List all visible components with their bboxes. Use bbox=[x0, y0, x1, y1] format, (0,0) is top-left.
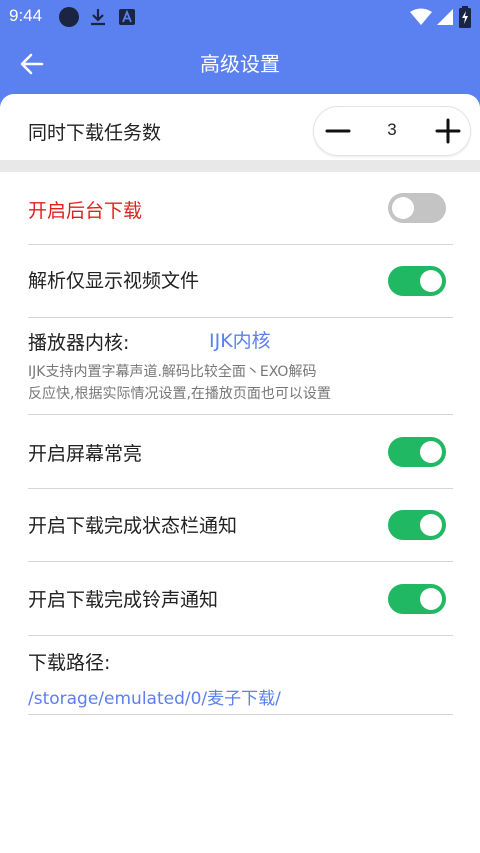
download-path-row[interactable]: 下载路径: /storage/emulated/0/麦子下载/ bbox=[28, 636, 453, 715]
player-core-desc-line1: IJK支持内置字幕声道.解码比较全面丶EXO解码 bbox=[28, 364, 317, 380]
statusbar-notify-row[interactable]: 开启下载完成状态栏通知 bbox=[28, 489, 453, 562]
circle-icon bbox=[59, 7, 79, 27]
wifi-icon bbox=[410, 8, 432, 25]
section-divider bbox=[0, 160, 480, 172]
statusbar-notify-label: 开启下载完成状态栏通知 bbox=[28, 515, 238, 537]
toggle-knob bbox=[420, 441, 442, 463]
background-download-toggle[interactable] bbox=[388, 193, 446, 223]
player-core-label: 播放器内核: bbox=[28, 332, 130, 354]
ringtone-notify-row[interactable]: 开启下载完成铃声通知 bbox=[28, 562, 453, 636]
download-path-value[interactable]: /storage/emulated/0/麦子下载/ bbox=[28, 684, 281, 709]
status-time: 9:44 bbox=[9, 6, 43, 25]
player-core-desc-line2: 反应快,根据实际情况设置,在播放页面也可以设置 bbox=[28, 386, 331, 402]
statusbar-notify-toggle[interactable] bbox=[388, 510, 446, 540]
show-video-only-row[interactable]: 解析仅显示视频文件 bbox=[28, 245, 453, 318]
toggle-knob bbox=[420, 514, 442, 536]
battery-icon bbox=[459, 6, 471, 28]
screen-on-toggle[interactable] bbox=[388, 437, 446, 467]
concurrent-tasks-row: 同时下载任务数 3 bbox=[0, 94, 480, 160]
a-app-icon bbox=[119, 9, 135, 25]
player-core-row[interactable]: 播放器内核: IJK内核 IJK支持内置字幕声道.解码比较全面丶EXO解码 反应… bbox=[28, 318, 453, 415]
background-download-row[interactable]: 开启后台下载 bbox=[28, 172, 453, 245]
page-title: 高级设置 bbox=[200, 52, 280, 76]
toggle-knob bbox=[392, 197, 414, 219]
ringtone-notify-toggle[interactable] bbox=[388, 584, 446, 614]
toggle-knob bbox=[420, 270, 442, 292]
app-bar: 高级设置 bbox=[0, 34, 480, 94]
screen-on-row[interactable]: 开启屏幕常亮 bbox=[28, 415, 453, 489]
toggle-knob bbox=[420, 588, 442, 610]
concurrent-tasks-label: 同时下载任务数 bbox=[28, 122, 162, 144]
concurrent-tasks-stepper: 3 bbox=[313, 106, 471, 156]
screen-on-label: 开启屏幕常亮 bbox=[28, 443, 143, 465]
download-icon bbox=[91, 9, 105, 26]
download-path-label: 下载路径: bbox=[28, 652, 111, 674]
show-video-only-label: 解析仅显示视频文件 bbox=[28, 270, 200, 292]
signal-icon bbox=[437, 9, 453, 25]
settings-panel: 同时下载任务数 3 开启后台下载 解析仅显示视频文件 播放器内核: IJK内核 … bbox=[0, 94, 480, 853]
background-download-label: 开启后台下载 bbox=[28, 200, 143, 222]
plus-icon[interactable] bbox=[434, 117, 462, 145]
show-video-only-toggle[interactable] bbox=[388, 266, 446, 296]
ringtone-notify-label: 开启下载完成铃声通知 bbox=[28, 589, 219, 611]
status-bar: 9:44 bbox=[0, 0, 480, 34]
player-core-value[interactable]: IJK内核 bbox=[209, 326, 271, 353]
